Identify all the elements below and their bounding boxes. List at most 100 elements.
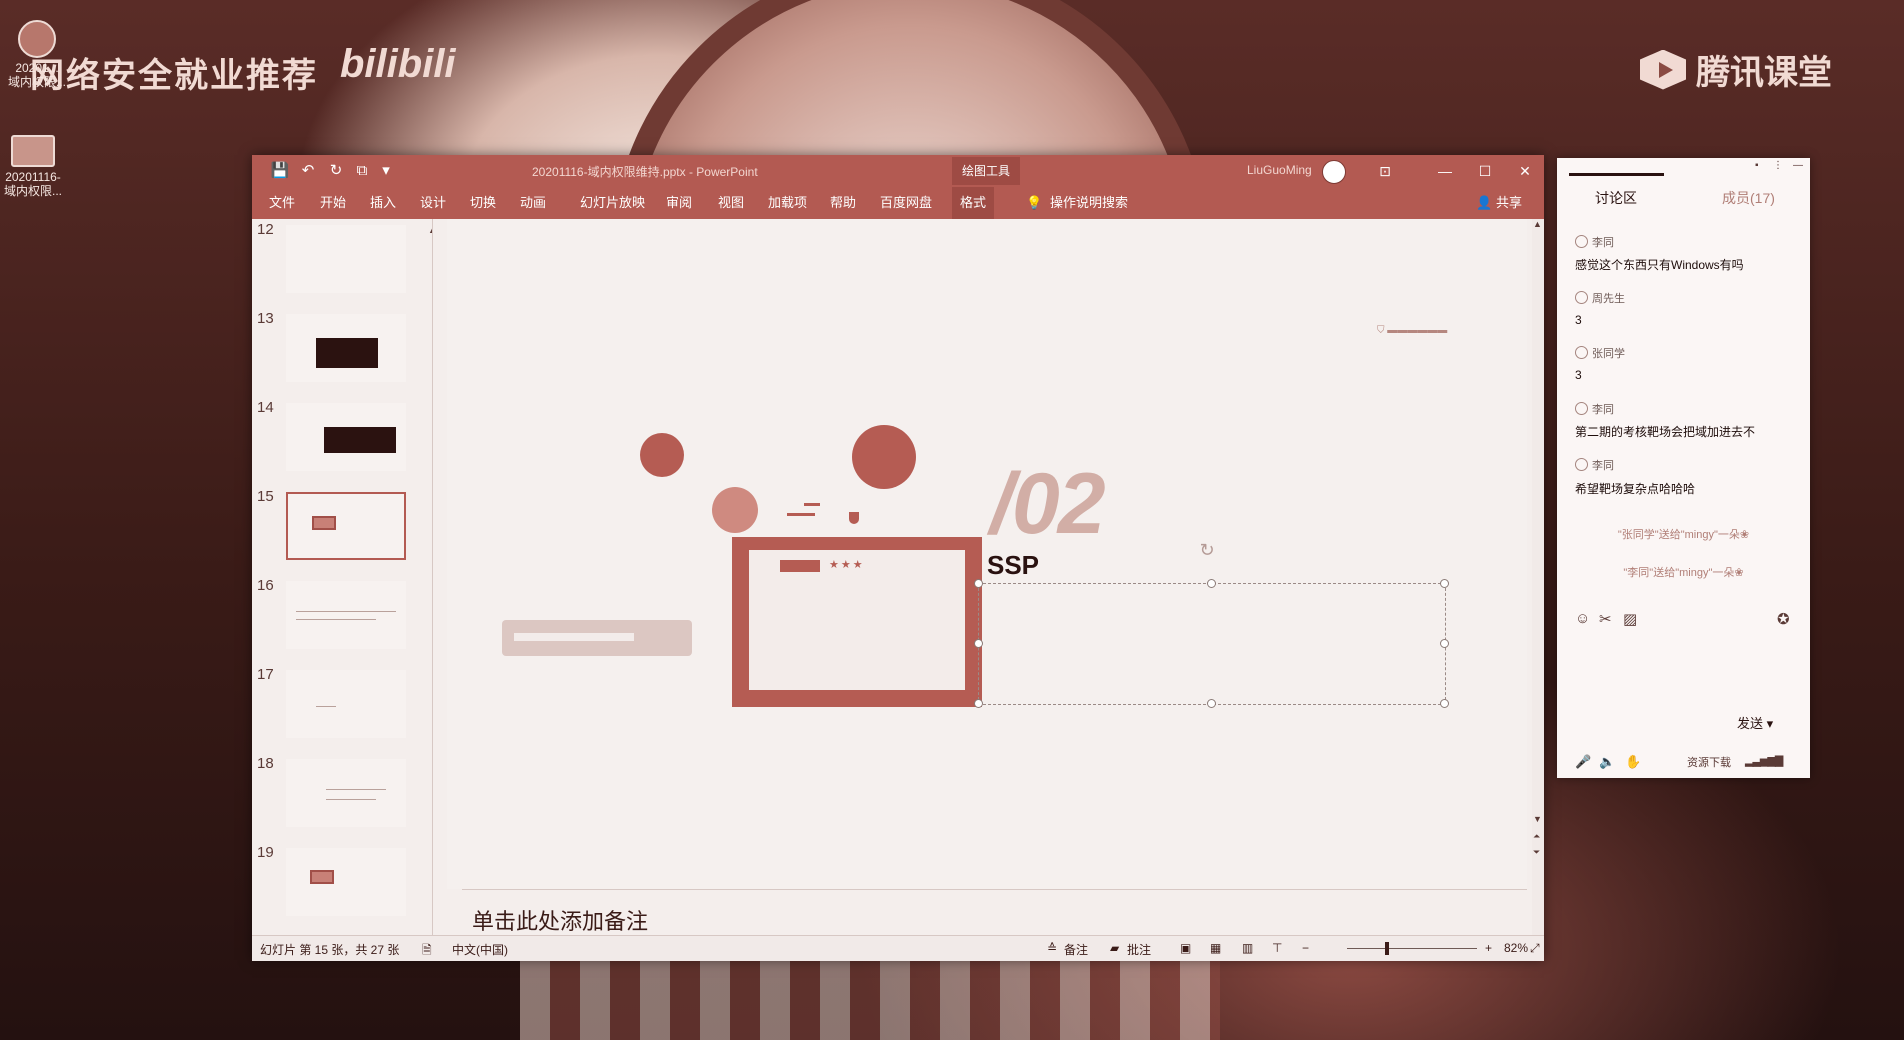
tab-help[interactable]: 帮助 (830, 187, 856, 219)
microphone-icon[interactable]: 🎤 (1575, 754, 1591, 770)
notes-pane[interactable]: 单击此处添加备注 (462, 889, 1527, 936)
user-name[interactable]: LiuGuoMing (1247, 163, 1312, 177)
slideshow-icon[interactable]: ⊤ (1272, 941, 1282, 955)
thumbnail-number: 17 (257, 666, 274, 683)
hand-raise-icon[interactable]: ✋ (1625, 754, 1641, 770)
tab-transitions[interactable]: 切换 (470, 187, 496, 219)
title-bar: 💾 ↶ ↻ ⧉ ▾ 20201116-域内权限维持.pptx - PowerPo… (252, 155, 1544, 187)
tab-baidu-netdisk[interactable]: 百度网盘 (880, 187, 932, 219)
thumbnail-slide-19[interactable]: 19 (252, 844, 427, 924)
tab-insert[interactable]: 插入 (370, 187, 396, 219)
notes-button[interactable]: 备注 (1064, 941, 1088, 958)
speaker-icon[interactable]: 🔈 (1599, 754, 1615, 770)
customize-qa-icon[interactable]: ▾ (376, 161, 396, 181)
thumbnail-image (286, 670, 406, 738)
scissors-icon[interactable]: ✂ (1599, 610, 1612, 628)
minimize-icon[interactable]: — (1432, 159, 1458, 183)
tab-slideshow[interactable]: 幻灯片放映 (580, 187, 645, 219)
zoom-slider-thumb[interactable] (1385, 942, 1389, 955)
selected-text-placeholder[interactable] (974, 579, 1449, 708)
present-icon[interactable]: ⧉ (352, 161, 372, 181)
notes-placeholder: 单击此处添加备注 (472, 909, 649, 934)
thumbnail-slide-17[interactable]: 17 (252, 666, 427, 746)
pin-icon[interactable]: ▪ (1755, 160, 1759, 171)
tab-format[interactable]: 格式 (952, 187, 995, 219)
thumbnail-slide-15[interactable]: 15 (252, 488, 427, 568)
fit-to-window-icon[interactable]: ⤢ (1530, 941, 1540, 956)
save-icon[interactable]: 💾 (270, 161, 290, 181)
share-icon: 👤 (1476, 195, 1493, 210)
rotate-handle-icon[interactable]: ↻ (1197, 540, 1217, 560)
slide-deco-dash (787, 513, 815, 516)
desktop-icon-2[interactable]: 20201116- 域内权限... (0, 135, 68, 198)
spellcheck-icon[interactable]: 🗎 (422, 941, 432, 962)
zoom-level[interactable]: 82% (1504, 941, 1528, 955)
thumbnail-image (286, 403, 406, 471)
desktop-icon-1[interactable]: 20201... 域内权限... (2, 20, 72, 89)
normal-view-icon[interactable]: ▣ (1180, 941, 1191, 955)
tell-me-search[interactable]: 操作说明搜索 (1050, 187, 1128, 219)
thumbnail-slide-12[interactable]: 12 (252, 221, 427, 301)
tab-design[interactable]: 设计 (420, 187, 446, 219)
gift-notice: "张同学"送给"mingy"一朵❀ (1617, 529, 1750, 541)
close-icon[interactable]: ✕ (1512, 159, 1538, 183)
slide-section-number[interactable]: /02 (990, 455, 1106, 554)
thumbnail-number: 12 (257, 221, 274, 238)
tab-view[interactable]: 视图 (718, 187, 744, 219)
message-text: 第二期的考核靶场会把域加进去不 (1575, 425, 1756, 439)
thumbnail-scrollbar[interactable]: ▲ (428, 225, 432, 925)
thumbnail-slide-14[interactable]: 14 (252, 399, 427, 479)
tab-discussion[interactable]: 讨论区 (1595, 188, 1637, 208)
thumbnail-image-selected (286, 492, 406, 560)
next-slide-icon[interactable]: ⏷ (1533, 847, 1540, 858)
send-button[interactable]: 发送 ▾ (1737, 713, 1773, 732)
zoom-slider[interactable] (1347, 948, 1477, 949)
tab-animations[interactable]: 动画 (520, 187, 546, 219)
thumbnail-slide-18[interactable]: 18 (252, 755, 427, 835)
emoji-icon[interactable]: ☺ (1575, 610, 1590, 627)
zoom-in-icon[interactable]: + (1485, 941, 1492, 955)
scroll-up-icon[interactable]: ▲ (428, 225, 432, 235)
avatar[interactable] (1322, 160, 1346, 184)
reading-view-icon[interactable]: ▥ (1242, 941, 1253, 955)
tencent-class-text: 腾讯课堂 (1696, 54, 1832, 92)
slide-vertical-scrollbar[interactable]: ▲ ▼ ⏶ ⏷ (1532, 219, 1544, 935)
message-author: 李同 (1575, 457, 1614, 473)
desktop-icon-label: 20201116- 域内权限... (3, 170, 62, 198)
powerpoint-window: 💾 ↶ ↻ ⧉ ▾ 20201116-域内权限维持.pptx - PowerPo… (252, 155, 1544, 962)
share-button[interactable]: 共享 (1496, 187, 1522, 219)
image-icon[interactable]: ▨ (1623, 610, 1637, 628)
resource-download-link[interactable]: 资源下载 (1687, 754, 1731, 770)
thumbnail-image (286, 314, 406, 382)
message-text: 3 (1575, 313, 1582, 327)
undo-icon[interactable]: ↶ (298, 161, 318, 181)
scroll-down-icon[interactable]: ▼ (1533, 814, 1542, 824)
tab-addins[interactable]: 加载项 (768, 187, 807, 219)
redo-icon[interactable]: ↻ (326, 161, 346, 181)
ribbon-tabs: 文件 开始 插入 设计 切换 动画 幻灯片放映 审阅 视图 加载项 帮助 百度网… (252, 187, 1544, 219)
minimize-icon[interactable]: — (1793, 160, 1803, 171)
gift-icon[interactable]: ✪ (1777, 610, 1790, 628)
tab-home[interactable]: 开始 (320, 187, 346, 219)
language-indicator[interactable]: 中文(中国) (452, 941, 508, 958)
message-author: 周先生 (1575, 290, 1625, 306)
more-icon[interactable]: ⋮ (1773, 160, 1783, 171)
thumbnail-slide-16[interactable]: 16 (252, 577, 427, 657)
ribbon-display-icon[interactable]: ⊡ (1372, 159, 1398, 183)
tab-members[interactable]: 成员(17) (1722, 188, 1775, 208)
zoom-out-icon[interactable]: − (1302, 941, 1309, 955)
slide-logo-icon: ⛉ ▬▬▬▬▬▬ (1377, 325, 1448, 336)
star-icons: ★★★ (829, 559, 865, 571)
tencent-class-logo-icon (1640, 49, 1686, 90)
thumbnail-number: 14 (257, 399, 274, 416)
slide-sorter-icon[interactable]: ▦ (1210, 941, 1221, 955)
tab-file[interactable]: 文件 (269, 187, 295, 219)
comments-button[interactable]: 批注 (1127, 941, 1151, 958)
slide-title[interactable]: SSP (987, 550, 1039, 581)
maximize-icon[interactable]: ☐ (1472, 159, 1498, 183)
previous-slide-icon[interactable]: ⏶ (1533, 831, 1540, 842)
thumbnail-image (286, 581, 406, 649)
scroll-up-icon[interactable]: ▲ (1533, 219, 1542, 229)
tab-review[interactable]: 审阅 (666, 187, 692, 219)
thumbnail-slide-13[interactable]: 13 (252, 310, 427, 390)
